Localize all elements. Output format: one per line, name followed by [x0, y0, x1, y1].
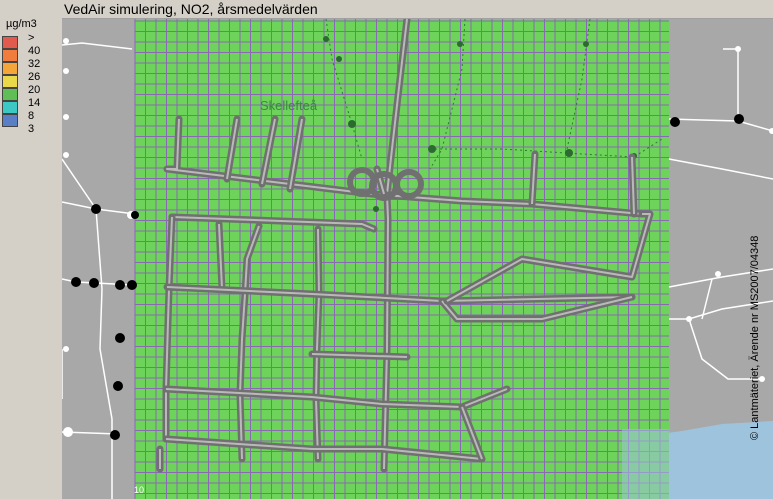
legend-label: 14 — [28, 97, 41, 109]
map-view[interactable]: Skellefteå 10 — [62, 19, 773, 499]
legend-label: 32 — [28, 58, 41, 70]
legend-swatch-20 — [2, 88, 18, 101]
legend-swatch-above-40 — [2, 36, 18, 49]
copyright-note: © Lantmäteriet, Ärende nr MS2007/04348 — [749, 235, 761, 440]
legend-label: 8 — [28, 110, 35, 122]
legend-swatch-26 — [2, 75, 18, 88]
legend-label: 40 — [28, 45, 41, 57]
legend-label: > — [28, 32, 35, 44]
legend-label: 20 — [28, 84, 41, 96]
legend-swatch-40 — [2, 49, 18, 62]
water-overlap — [622, 429, 669, 499]
grid-value-label: 10 — [134, 485, 144, 495]
legend-swatch-32 — [2, 62, 18, 75]
legend-label: 26 — [28, 71, 41, 83]
legend-unit: µg/m3 — [6, 18, 37, 30]
map-canvas[interactable]: Skellefteå 10 — [62, 19, 773, 499]
legend-label: 3 — [28, 123, 35, 135]
legend-swatch-8 — [2, 114, 18, 127]
legend-swatch-14 — [2, 101, 18, 114]
map-title: VedAir simulering, NO2, årsmedelvärden — [64, 1, 318, 17]
legend: µg/m3 > 40 32 26 20 14 8 3 — [0, 18, 62, 499]
place-label: Skellefteå — [260, 98, 318, 113]
title-bar: VedAir simulering, NO2, årsmedelvärden — [0, 0, 773, 19]
